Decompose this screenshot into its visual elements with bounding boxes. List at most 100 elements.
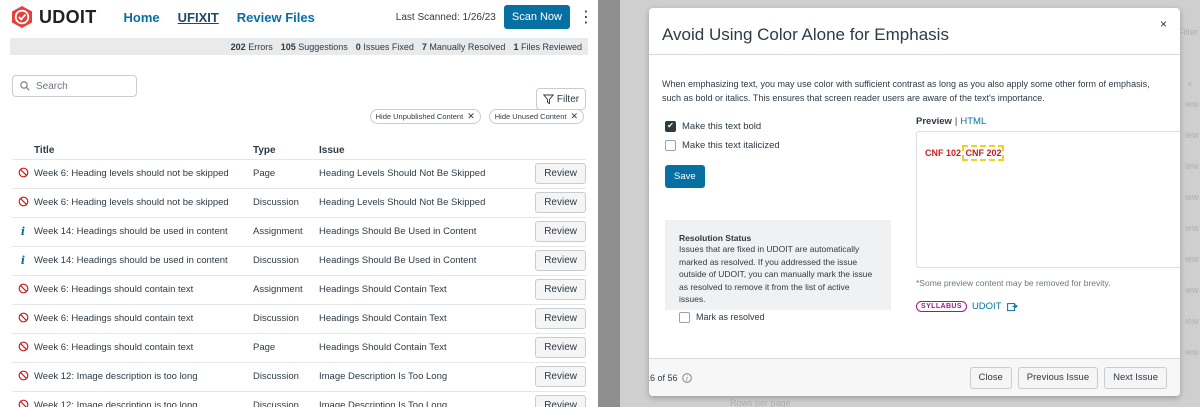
row-issue: Headings Should Contain Text (319, 332, 517, 362)
row-type: Assignment (253, 216, 319, 246)
udoit-main-panel: UDOIT Home UFIXIT Review Files Last Scan… (0, 0, 598, 407)
row-title: Week 6: Heading levels should not be ski… (34, 158, 253, 188)
option-italic[interactable]: Make this text italicized (665, 137, 895, 153)
review-button[interactable]: Review (535, 308, 586, 329)
info-icon: i (20, 254, 26, 267)
scan-now-button[interactable]: Scan Now (503, 5, 570, 29)
ban-icon (18, 167, 28, 177)
table-row[interactable]: Week 6: Headings should contain text Disc… (12, 303, 586, 333)
review-button[interactable]: Review (535, 395, 586, 407)
main-nav: Home UFIXIT Review Files (124, 10, 315, 25)
chip-hide-unpublished[interactable]: Hide Unpublished Content ✕ (369, 109, 481, 124)
issue-count: Issue 16 of 56 i (649, 373, 692, 383)
nav-ufixit[interactable]: UFIXIT (178, 10, 219, 25)
review-button[interactable]: Review (535, 250, 586, 271)
row-title: Week 6: Headings should contain text (34, 303, 253, 333)
stat-suggestions: 105 Suggestions (280, 41, 348, 52)
row-title: Week 6: Headings should contain text (34, 274, 253, 304)
table-row[interactable]: Week 6: Heading levels should not be ski… (12, 158, 586, 188)
ban-icon (18, 399, 28, 407)
table-row[interactable]: Week 12: Image description is too long Di… (12, 361, 586, 391)
ghost-rows-per-page: Rows per page (730, 398, 791, 407)
search-input[interactable]: Search (12, 75, 137, 97)
nav-review-files[interactable]: Review Files (237, 10, 315, 25)
close-button[interactable]: Close (969, 366, 1012, 389)
ghost-filter-label: Filter (1178, 27, 1198, 37)
review-button[interactable]: Review (535, 366, 586, 387)
table-header-row: Title Type Issue (12, 145, 586, 159)
checkbox-icon[interactable] (665, 139, 676, 151)
issues-table: Title Type Issue Week 6: Heading levels … (12, 145, 586, 407)
row-title: Week 12: Image description is too long (34, 390, 253, 407)
close-icon[interactable]: × (1160, 17, 1167, 31)
udoit-logo[interactable]: UDOIT (10, 5, 97, 29)
udoit-external-link[interactable]: UDOIT (972, 301, 1002, 312)
previous-issue-button[interactable]: Previous Issue (1017, 366, 1099, 389)
search-icon (20, 81, 30, 91)
ban-icon (18, 370, 28, 380)
option-bold[interactable]: ✔ Make this text bold (665, 118, 895, 134)
checkbox-icon[interactable] (679, 311, 690, 323)
tab-preview[interactable]: Preview (916, 116, 952, 127)
review-button[interactable]: Review (535, 192, 586, 213)
review-button[interactable]: Review (535, 279, 586, 300)
row-issue: Headings Should Be Used in Content (319, 245, 517, 275)
ghost-close-icon: × (1187, 79, 1193, 89)
ban-icon (18, 196, 28, 206)
remove-chip-icon[interactable]: ✕ (467, 111, 475, 122)
more-options-icon[interactable]: ⋮ (578, 7, 594, 27)
preview-box: CNF 102 CNF 202 (916, 131, 1180, 268)
resolution-status-box: Resolution Status Issues that are fixed … (665, 220, 891, 323)
review-button[interactable]: Review (535, 163, 586, 184)
table-row[interactable]: Week 12: Image description is too long Di… (12, 390, 586, 407)
resolution-body: Issues that are fixed in UDOIT are autom… (679, 244, 873, 304)
table-row[interactable]: i Week 14: Headings should be used in con… (12, 216, 586, 246)
row-type: Page (253, 332, 319, 362)
filter-button[interactable]: Filter (536, 88, 586, 110)
issue-description: When emphasizing text, you may use color… (662, 79, 1150, 103)
nav-home[interactable]: Home (124, 10, 160, 25)
row-type: Discussion (253, 245, 319, 275)
top-bar: UDOIT Home UFIXIT Review Files Last Scan… (0, 0, 598, 34)
table-row[interactable]: i Week 14: Headings should be used in con… (12, 245, 586, 275)
search-placeholder: Search (36, 80, 68, 92)
svg-text:i: i (686, 374, 688, 382)
chip-hide-unused[interactable]: Hide Unused Content ✕ (488, 109, 584, 124)
issue-modal: Avoid Using Color Alone for Emphasis × W… (649, 8, 1180, 396)
review-button[interactable]: Review (535, 337, 586, 358)
preview-column: Preview | HTML CNF 102 CNF 202 *Some previ… (916, 116, 1180, 312)
app-name: UDOIT (39, 6, 97, 27)
row-issue: Image Description Is Too Long (319, 361, 517, 391)
stats-bar: 202 Errors 105 Suggestions 0 Issues Fixe… (10, 38, 588, 55)
checkbox-checked-icon[interactable]: ✔ (665, 120, 676, 132)
syllabus-badge: SYLLABUS (916, 301, 967, 312)
next-issue-button[interactable]: Next Issue (1104, 366, 1167, 389)
mark-resolved-option[interactable]: Mark as resolved (679, 311, 877, 323)
modal-header: Avoid Using Color Alone for Emphasis × (649, 8, 1180, 55)
table-row[interactable]: Week 6: Headings should contain text Assi… (12, 274, 586, 304)
row-issue: Heading Levels Should Not Be Skipped (319, 187, 517, 217)
row-issue: Headings Should Contain Text (319, 274, 517, 304)
info-icon[interactable]: i (681, 372, 692, 383)
external-link-icon[interactable] (1006, 302, 1018, 312)
save-button[interactable]: Save (665, 165, 705, 188)
stat-errors: 202 Errors (230, 41, 273, 52)
last-scanned-text: Last Scanned: 1/26/23 (395, 11, 496, 23)
col-header-title[interactable]: Title (34, 145, 253, 159)
filter-label: Filter (556, 93, 580, 105)
tab-html[interactable]: HTML (960, 116, 986, 127)
preview-text: CNF 102 (925, 148, 962, 158)
col-header-issue[interactable]: Issue (319, 145, 517, 159)
review-button[interactable]: Review (535, 221, 586, 242)
row-title: Week 6: Heading levels should not be ski… (34, 187, 253, 217)
table-row[interactable]: Week 6: Heading levels should not be ski… (12, 187, 586, 217)
row-issue: Image Description Is Too Long (319, 390, 517, 407)
table-row[interactable]: Week 6: Headings should contain text Page… (12, 332, 586, 362)
remove-chip-icon[interactable]: ✕ (570, 111, 578, 122)
stat-files: 1 Files Reviewed (513, 41, 582, 52)
row-issue: Heading Levels Should Not Be Skipped (319, 158, 517, 188)
row-type: Discussion (253, 187, 319, 217)
col-header-type[interactable]: Type (253, 145, 319, 159)
row-issue: Headings Should Be Used in Content (319, 216, 517, 246)
resolution-title: Resolution Status (679, 233, 752, 243)
